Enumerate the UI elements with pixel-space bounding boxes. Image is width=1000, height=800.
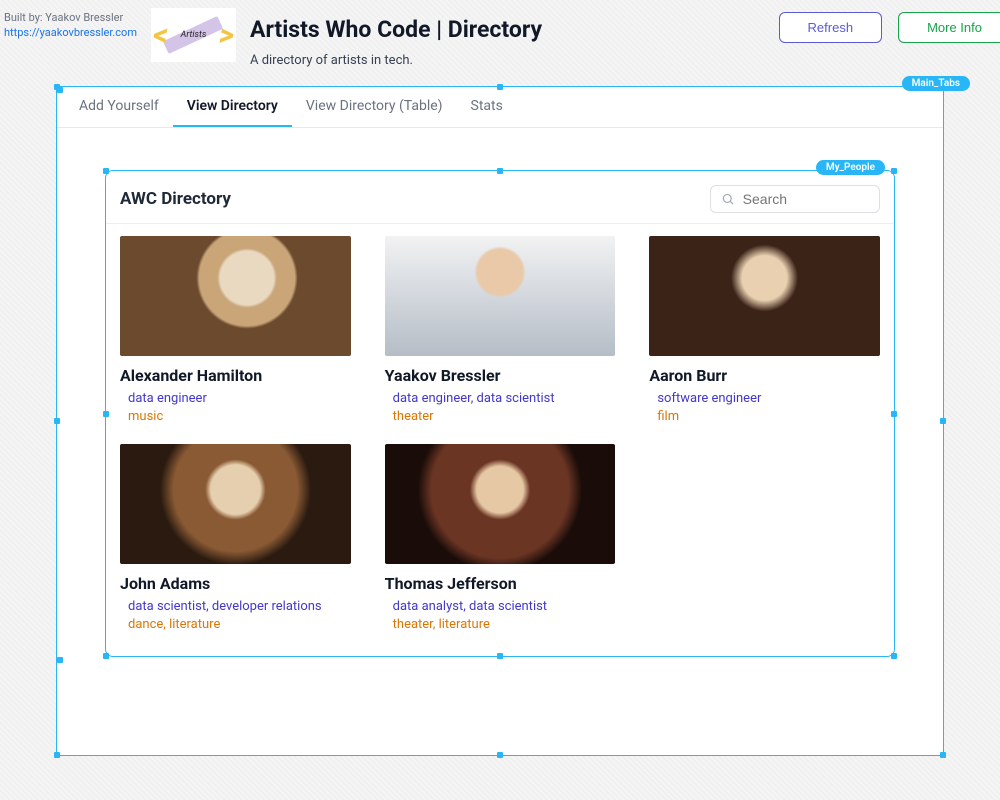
- person-roles: data engineer: [120, 391, 351, 406]
- person-arts: theater, literature: [385, 617, 616, 632]
- person-card[interactable]: Aaron Burr software engineer film: [649, 236, 880, 424]
- tab-bar: Add Yourself View Directory View Directo…: [57, 87, 943, 128]
- tab-view-directory-table[interactable]: View Directory (Table): [292, 87, 457, 127]
- person-arts: film: [649, 409, 880, 424]
- search-icon: [721, 191, 735, 207]
- person-portrait: [385, 236, 616, 356]
- panel-header: AWC Directory: [106, 171, 894, 224]
- person-name: Aaron Burr: [649, 366, 880, 385]
- person-card[interactable]: Alexander Hamilton data engineer music: [120, 236, 351, 424]
- person-arts: music: [120, 409, 351, 424]
- refresh-button[interactable]: Refresh: [779, 12, 883, 43]
- person-name: Alexander Hamilton: [120, 366, 351, 385]
- tab-add-yourself[interactable]: Add Yourself: [65, 87, 173, 127]
- header-buttons: Refresh More Info: [779, 8, 1000, 43]
- built-by-block: Built by: Yaakov Bressler https://yaakov…: [4, 8, 137, 41]
- person-roles: data analyst, data scientist: [385, 599, 616, 614]
- search-input[interactable]: [743, 191, 869, 207]
- person-portrait: [120, 236, 351, 356]
- directory-panel: AWC Directory Alexander Hamilton data en…: [105, 170, 895, 657]
- person-card[interactable]: Yaakov Bressler data engineer, data scie…: [385, 236, 616, 424]
- panel-title: AWC Directory: [120, 189, 231, 209]
- person-card[interactable]: John Adams data scientist, developer rel…: [120, 444, 351, 632]
- person-portrait: [649, 236, 880, 356]
- person-name: Thomas Jefferson: [385, 574, 616, 593]
- built-by-label: Built by: Yaakov Bressler: [4, 10, 137, 25]
- person-name: Yaakov Bressler: [385, 366, 616, 385]
- person-roles: software engineer: [649, 391, 880, 406]
- person-roles: data scientist, developer relations: [120, 599, 351, 614]
- more-info-button[interactable]: More Info: [898, 12, 1000, 43]
- main-tabs-badge: Main_Tabs: [902, 76, 970, 91]
- my-people-badge: My_People: [816, 160, 885, 175]
- person-portrait: [120, 444, 351, 564]
- page-title: Artists Who Code | Directory: [250, 16, 765, 43]
- app-logo: < Artists >: [151, 8, 236, 62]
- person-name: John Adams: [120, 574, 351, 593]
- tab-stats[interactable]: Stats: [457, 87, 517, 127]
- main-tabs-container: Main_Tabs Add Yourself View Directory Vi…: [56, 86, 944, 756]
- person-arts: dance, literature: [120, 617, 351, 632]
- person-arts: theater: [385, 409, 616, 424]
- app-header: Built by: Yaakov Bressler https://yaakov…: [0, 0, 1000, 74]
- page-title-block: Artists Who Code | Directory A directory…: [250, 8, 765, 68]
- person-card[interactable]: Thomas Jefferson data analyst, data scie…: [385, 444, 616, 632]
- page-subtitle: A directory of artists in tech.: [250, 53, 765, 68]
- tab-view-directory[interactable]: View Directory: [173, 87, 292, 127]
- directory-wrap: My_People AWC Directory Alexander Hamilt…: [105, 170, 895, 657]
- search-box[interactable]: [710, 185, 880, 213]
- person-portrait: [385, 444, 616, 564]
- people-grid: Alexander Hamilton data engineer music Y…: [106, 224, 894, 656]
- built-by-link[interactable]: https://yaakovbressler.com: [4, 26, 137, 39]
- main-tabs-box: Add Yourself View Directory View Directo…: [56, 86, 944, 756]
- person-roles: data engineer, data scientist: [385, 391, 616, 406]
